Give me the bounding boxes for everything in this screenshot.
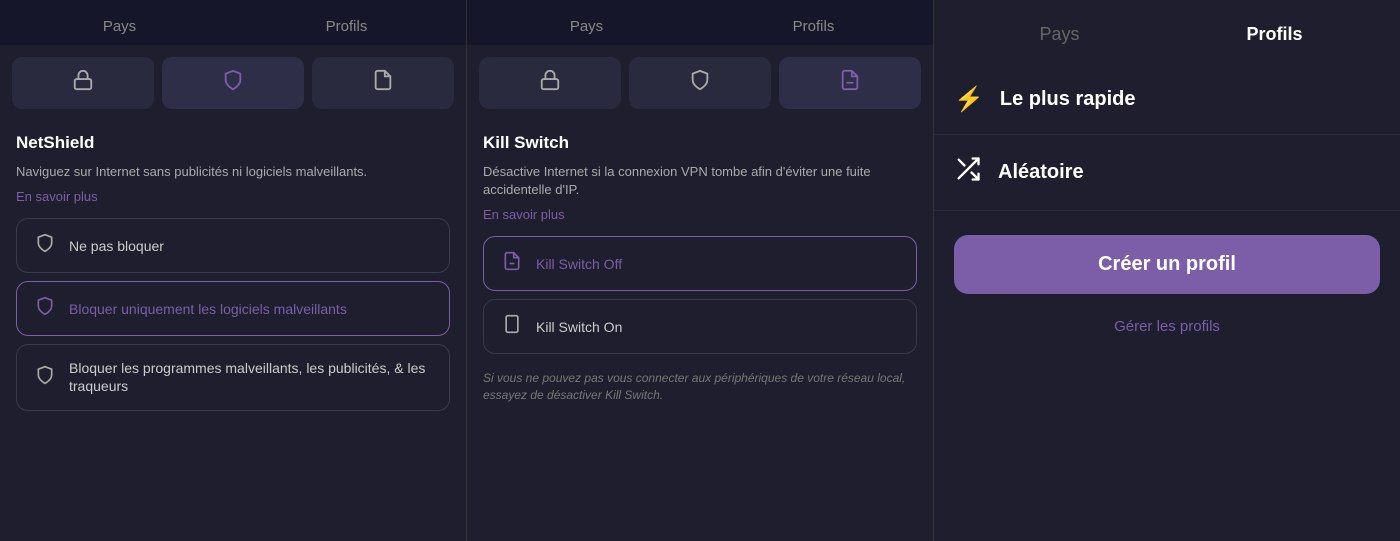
- shield-icon-2: [689, 69, 711, 97]
- page-icon-btn-1[interactable]: [312, 57, 454, 109]
- lock-icon-btn-2[interactable]: [479, 57, 621, 109]
- killswitch-learn-more[interactable]: En savoir plus: [483, 207, 917, 222]
- panel-profils: Pays Profils ⚡ Le plus rapide Aléatoire: [934, 0, 1400, 541]
- block-malware-icon: [33, 296, 57, 321]
- switch-on-icon: [500, 314, 524, 339]
- netshield-content: NetShield Naviguez sur Internet sans pub…: [0, 117, 466, 541]
- tab-2-pays[interactable]: Pays: [475, 8, 698, 45]
- page-icon-2: [839, 69, 861, 97]
- netshield-title: NetShield: [16, 133, 450, 153]
- tab-bar-2: Pays Profils: [467, 0, 933, 45]
- lock-icon-1: [72, 69, 94, 97]
- shield-icon-1: [222, 69, 244, 97]
- option-block-all[interactable]: Bloquer les programmes malveillants, les…: [16, 344, 450, 410]
- switch-on-label: Kill Switch On: [536, 318, 622, 336]
- profile-item-fastest[interactable]: ⚡ Le plus rapide: [934, 65, 1400, 135]
- killswitch-footnote: Si vous ne pouvez pas vous connecter aux…: [483, 370, 917, 404]
- tab-3-pays[interactable]: Pays: [954, 16, 1165, 53]
- switch-off-icon: [500, 251, 524, 276]
- shuffle-icon: [954, 155, 982, 190]
- block-all-label: Bloquer les programmes malveillants, les…: [69, 359, 433, 395]
- panel-killswitch: Pays Profils: [467, 0, 933, 541]
- icon-row-2: [467, 45, 933, 117]
- netshield-desc: Naviguez sur Internet sans publicités ni…: [16, 163, 450, 181]
- tab-2-profils[interactable]: Profils: [702, 8, 925, 45]
- switch-off-label: Kill Switch Off: [536, 255, 622, 273]
- tab-3-profils[interactable]: Profils: [1169, 16, 1380, 53]
- lock-icon-2: [539, 69, 561, 97]
- option-switch-on[interactable]: Kill Switch On: [483, 299, 917, 354]
- option-switch-off[interactable]: Kill Switch Off: [483, 236, 917, 291]
- killswitch-content: Kill Switch Désactive Internet si la con…: [467, 117, 933, 541]
- page-icon-1: [372, 69, 394, 97]
- tab-bar-3: Pays Profils: [934, 0, 1400, 65]
- profile-random-label: Aléatoire: [998, 161, 1084, 184]
- profile-item-random[interactable]: Aléatoire: [934, 135, 1400, 211]
- option-no-block[interactable]: Ne pas bloquer: [16, 218, 450, 273]
- panel-netshield: Pays Profils: [0, 0, 466, 541]
- panels-container: Pays Profils: [0, 0, 1400, 541]
- option-block-malware[interactable]: Bloquer uniquement les logiciels malveil…: [16, 281, 450, 336]
- killswitch-desc: Désactive Internet si la connexion VPN t…: [483, 163, 917, 199]
- lightning-icon: ⚡: [954, 85, 984, 114]
- lock-icon-btn-1[interactable]: [12, 57, 154, 109]
- tab-1-profils[interactable]: Profils: [235, 8, 458, 45]
- icon-row-1: [0, 45, 466, 117]
- netshield-learn-more[interactable]: En savoir plus: [16, 189, 450, 204]
- create-profile-button[interactable]: Créer un profil: [954, 235, 1380, 294]
- block-all-icon: [33, 365, 57, 390]
- tab-1-pays[interactable]: Pays: [8, 8, 231, 45]
- no-block-label: Ne pas bloquer: [69, 237, 164, 255]
- shield-icon-btn-2[interactable]: [629, 57, 771, 109]
- page-icon-btn-2[interactable]: [779, 57, 921, 109]
- tab-bar-1: Pays Profils: [0, 0, 466, 45]
- block-malware-label: Bloquer uniquement les logiciels malveil…: [69, 300, 347, 318]
- profile-fastest-label: Le plus rapide: [1000, 88, 1136, 111]
- killswitch-title: Kill Switch: [483, 133, 917, 153]
- no-block-icon: [33, 233, 57, 258]
- shield-icon-btn-1[interactable]: [162, 57, 304, 109]
- manage-profiles-link[interactable]: Gérer les profils: [934, 310, 1400, 343]
